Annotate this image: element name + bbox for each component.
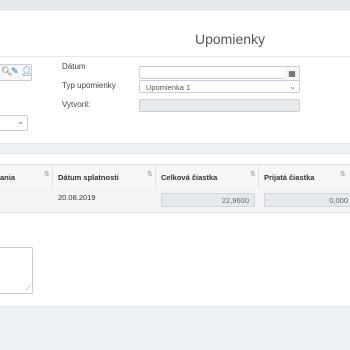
created-by-label: Vytvoril:: [62, 100, 91, 109]
divider: [0, 56, 350, 57]
created-by-field: [139, 99, 300, 112]
note-panel: ⟋: [0, 216, 350, 307]
sort-icon[interactable]: ⇅: [44, 170, 50, 178]
total-amount-cell: 22,9600: [161, 193, 255, 207]
column-header-total[interactable]: Celková čiastka: [161, 173, 217, 182]
sort-icon[interactable]: ⇅: [340, 170, 346, 178]
received-amount-cell[interactable]: 0,000: [264, 193, 350, 207]
pencil-icon[interactable]: ✎: [11, 66, 19, 77]
user-icon[interactable]: 👤︎: [21, 66, 32, 77]
date-field[interactable]: [139, 66, 286, 79]
column-header-received[interactable]: Prijatá čiastka: [264, 173, 314, 182]
resize-grip-icon[interactable]: ⟋: [26, 285, 31, 293]
invoices-grid: ania ⇅ Dátum splatnosti ⇅ Celková čiastk…: [0, 153, 350, 217]
sort-icon[interactable]: ⇅: [250, 170, 256, 178]
due-date-cell: 20.08.2019: [58, 193, 96, 202]
date-label: Dátum: [62, 62, 86, 71]
grid-header: ania ⇅ Dátum splatnosti ⇅ Celková čiastk…: [0, 164, 350, 189]
column-header-due-date[interactable]: Dátum splatnosti: [58, 173, 119, 182]
chevron-down-icon: ⌄: [289, 82, 296, 91]
type-select[interactable]: Upomienka 1 ⌄: [139, 80, 300, 93]
calendar-icon[interactable]: ▦: [285, 66, 300, 81]
type-select-value: Upomienka 1: [146, 83, 191, 92]
note-textarea[interactable]: ⟋: [0, 247, 33, 294]
reminder-form-panel: Upomienky 🔍︎ ✎ 👤︎ ⌄ Dátum ▦ Typ upomienk…: [0, 11, 350, 144]
column-separator: [155, 165, 156, 188]
top-strip: [0, 0, 350, 11]
type-label: Typ upomienky: [62, 81, 116, 90]
column-separator: [258, 165, 259, 188]
column-separator: [52, 165, 53, 188]
partner-lookup-toolbar: 🔍︎ ✎ 👤︎: [0, 64, 32, 81]
sort-icon[interactable]: ⇅: [147, 170, 153, 178]
table-row[interactable]: 20.08.2019 22,9600 0,000: [0, 188, 350, 213]
left-select[interactable]: ⌄: [0, 115, 28, 131]
chevron-down-icon: ⌄: [17, 117, 24, 126]
page-title: Upomienky: [194, 31, 266, 47]
column-header[interactable]: ania: [0, 173, 15, 182]
